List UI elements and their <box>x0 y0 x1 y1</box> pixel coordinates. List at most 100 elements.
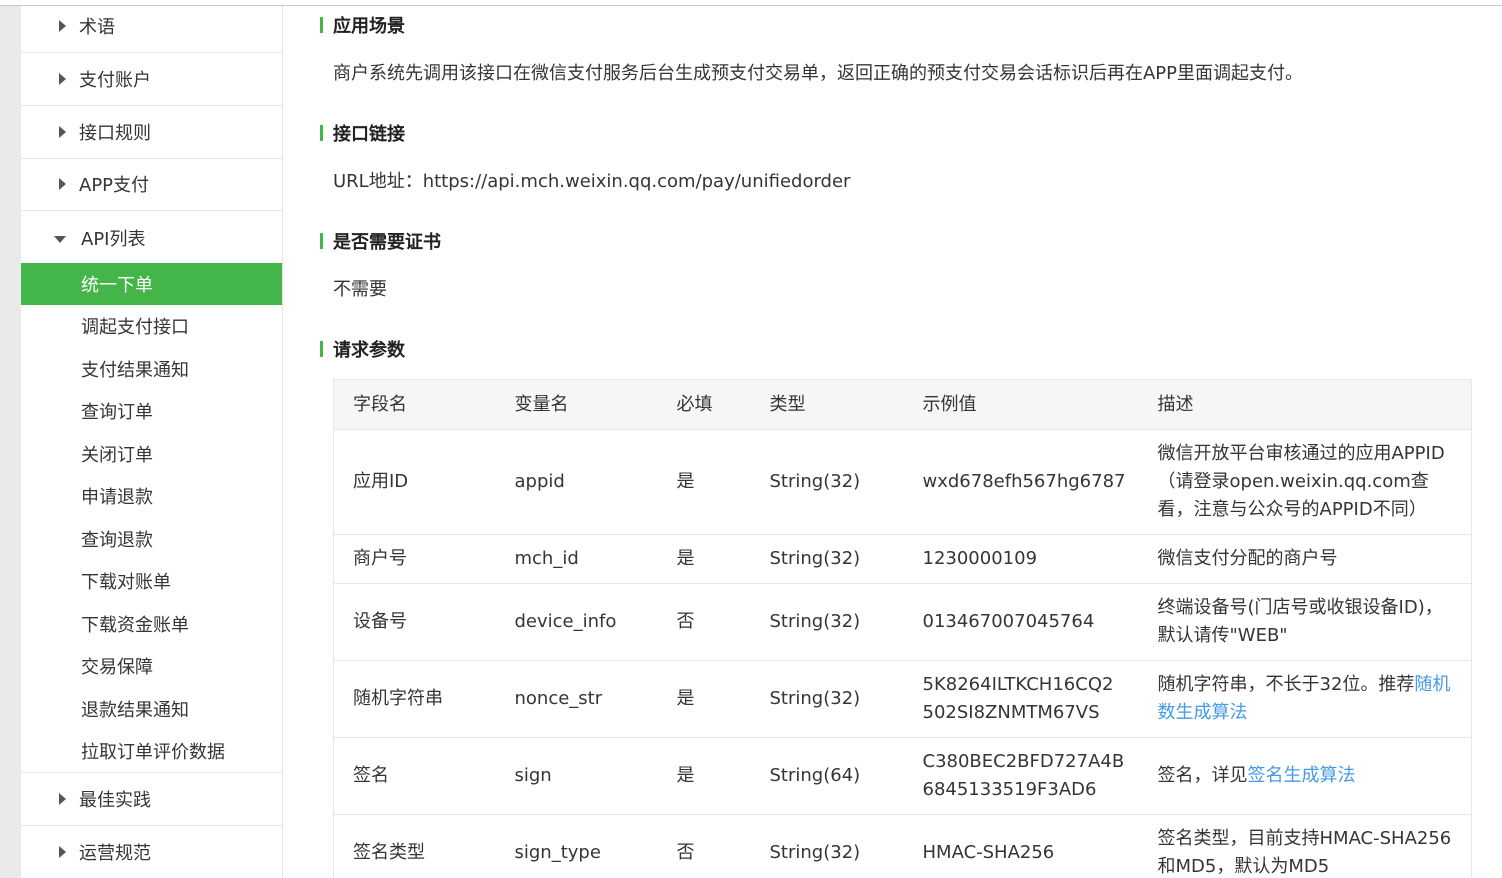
cell-desc: 随机字符串，不长于32位。推荐随机数生成算法 <box>1138 660 1472 738</box>
desc-text: 终端设备号(门店号或收银设备ID)，默认请传"WEB" <box>1157 597 1443 646</box>
cell-example: wxd678efh567hg6787 <box>903 429 1139 535</box>
cell-type: String(32) <box>750 429 904 535</box>
sidebar-group-label: 支付账户 <box>79 70 151 91</box>
cell-field: 签名类型 <box>333 814 496 878</box>
table-row: 设备号 device_info 否 String(32) 01346700704… <box>333 583 1472 661</box>
sidebar-item-close-order[interactable]: 关闭订单 <box>21 433 282 475</box>
header-var: 变量名 <box>495 379 658 430</box>
cell-field: 商户号 <box>333 534 496 584</box>
sidebar-group-best-practice[interactable]: 最佳实践 <box>21 773 282 826</box>
cell-required: 否 <box>657 814 751 878</box>
cell-desc: 微信支付分配的商户号 <box>1138 534 1472 584</box>
section-title-cert: 是否需要证书 <box>320 228 441 254</box>
cell-desc: 签名，详见签名生成算法 <box>1138 737 1472 815</box>
caret-right-icon <box>59 846 66 858</box>
table-header-row: 字段名 变量名 必填 类型 示例值 描述 <box>333 379 1472 430</box>
sidebar-group-label: 术语 <box>79 17 115 38</box>
table-row: 签名类型 sign_type 否 String(32) HMAC-SHA256 … <box>333 814 1472 878</box>
cell-desc: 签名类型，目前支持HMAC-SHA256和MD5，默认为MD5 <box>1138 814 1472 878</box>
sidebar-item-download-bill[interactable]: 下载对账单 <box>21 560 282 602</box>
section-marker <box>320 17 323 33</box>
cell-field: 随机字符串 <box>333 660 496 738</box>
sidebar-item-trade-guarantee[interactable]: 交易保障 <box>21 645 282 687</box>
caret-right-icon <box>59 73 66 85</box>
section-title-link: 接口链接 <box>320 120 405 146</box>
table-row: 应用ID appid 是 String(32) wxd678efh567hg67… <box>333 429 1472 535</box>
sidebar-group-app-pay[interactable]: APP支付 <box>21 158 282 211</box>
section-marker <box>320 233 323 249</box>
sidebar-group-operation-spec[interactable]: 运营规范 <box>21 826 282 878</box>
cell-type: String(32) <box>750 660 904 738</box>
sidebar-group-payment-account[interactable]: 支付账户 <box>21 53 282 106</box>
sidebar-item-unified-order[interactable]: 统一下单 <box>21 263 282 305</box>
caret-right-icon <box>59 178 66 190</box>
sidebar-group-label: API列表 <box>81 228 146 250</box>
cell-example: 5K8264ILTKCH16CQ2502SI8ZNMTM67VS <box>903 660 1139 738</box>
section-title-text: 请求参数 <box>333 340 405 361</box>
cell-example: 1230000109 <box>903 534 1139 584</box>
cell-desc: 终端设备号(门店号或收银设备ID)，默认请传"WEB" <box>1138 583 1472 661</box>
cell-var: nonce_str <box>495 660 658 738</box>
sidebar-item-query-refund[interactable]: 查询退款 <box>21 518 282 560</box>
section-title-scene: 应用场景 <box>320 12 405 38</box>
cell-var: mch_id <box>495 534 658 584</box>
header-type: 类型 <box>750 379 904 430</box>
header-field: 字段名 <box>333 379 496 430</box>
cell-field: 设备号 <box>333 583 496 661</box>
sidebar-item-download-fund-bill[interactable]: 下载资金账单 <box>21 603 282 645</box>
desc-text: 签名类型，目前支持HMAC-SHA256和MD5，默认为MD5 <box>1157 828 1452 877</box>
cell-field: 应用ID <box>333 429 496 535</box>
section-title-text: 接口链接 <box>333 124 405 145</box>
scene-description: 商户系统先调用该接口在微信支付服务后台生成预支付交易单，返回正确的预支付交易会话… <box>333 63 1304 84</box>
header-desc: 描述 <box>1138 379 1472 430</box>
cell-type: String(32) <box>750 583 904 661</box>
cell-var: device_info <box>495 583 658 661</box>
cell-required: 是 <box>657 737 751 815</box>
cell-var: appid <box>495 429 658 535</box>
desc-text: 签名，详见 <box>1157 765 1248 786</box>
sidebar-item-invoke-payment[interactable]: 调起支付接口 <box>21 305 282 347</box>
sign-algorithm-link[interactable]: 签名生成算法 <box>1248 765 1356 786</box>
cell-required: 是 <box>657 429 751 535</box>
sidebar-item-payment-notify[interactable]: 支付结果通知 <box>21 348 282 390</box>
cell-example: HMAC-SHA256 <box>903 814 1139 878</box>
sidebar-item-refund-notify[interactable]: 退款结果通知 <box>21 688 282 730</box>
request-params-table: 字段名 变量名 必填 类型 示例值 描述 应用ID appid 是 String… <box>333 379 1472 878</box>
table-row: 随机字符串 nonce_str 是 String(32) 5K8264ILTKC… <box>333 660 1472 738</box>
header-example: 示例值 <box>903 379 1139 430</box>
section-marker <box>320 341 323 357</box>
caret-right-icon <box>59 20 66 32</box>
cell-required: 是 <box>657 660 751 738</box>
sidebar-group-label: 接口规则 <box>79 123 151 144</box>
section-title-text: 应用场景 <box>333 16 405 37</box>
cell-type: String(32) <box>750 534 904 584</box>
caret-down-icon <box>54 235 66 243</box>
caret-right-icon <box>59 793 66 805</box>
sidebar-group-label: 最佳实践 <box>79 790 151 811</box>
cell-required: 否 <box>657 583 751 661</box>
cell-example: C380BEC2BFD727A4B6845133519F3AD6 <box>903 737 1139 815</box>
header-required: 必填 <box>657 379 751 430</box>
left-gutter <box>0 6 21 878</box>
sidebar-item-order-comments[interactable]: 拉取订单评价数据 <box>21 730 282 773</box>
cert-requirement: 不需要 <box>333 279 387 300</box>
sidebar-item-refund[interactable]: 申请退款 <box>21 475 282 517</box>
sidebar-group-label: APP支付 <box>79 175 150 196</box>
section-marker <box>320 125 323 141</box>
main-content: 应用场景 商户系统先调用该接口在微信支付服务后台生成预支付交易单，返回正确的预支… <box>284 6 1502 878</box>
table-row: 商户号 mch_id 是 String(32) 1230000109 微信支付分… <box>333 534 1472 584</box>
sidebar-group-api-list[interactable]: API列表 <box>21 211 282 264</box>
sidebar-group-terms[interactable]: 术语 <box>21 0 282 53</box>
top-border <box>0 0 1502 6</box>
table-row: 签名 sign 是 String(64) C380BEC2BFD727A4B68… <box>333 737 1472 815</box>
cell-field: 签名 <box>333 737 496 815</box>
sidebar-group-api-rules[interactable]: 接口规则 <box>21 106 282 159</box>
cell-var: sign_type <box>495 814 658 878</box>
sidebar-item-query-order[interactable]: 查询订单 <box>21 390 282 432</box>
desc-text: 随机字符串，不长于32位。推荐 <box>1157 674 1415 695</box>
api-url: URL地址：https://api.mch.weixin.qq.com/pay/… <box>333 171 851 192</box>
cell-var: sign <box>495 737 658 815</box>
cell-type: String(64) <box>750 737 904 815</box>
desc-text: 微信开放平台审核通过的应用APPID（请登录open.weixin.qq.com… <box>1157 443 1445 520</box>
cell-required: 是 <box>657 534 751 584</box>
